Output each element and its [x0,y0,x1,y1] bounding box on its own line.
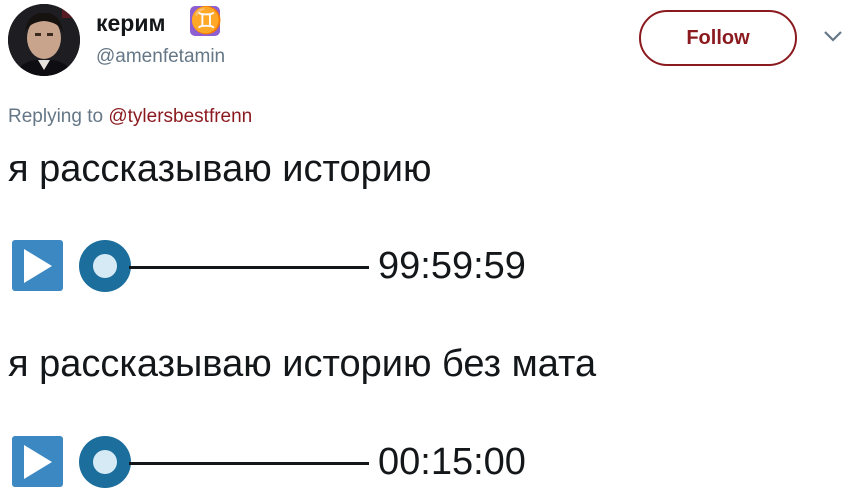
reply-mention-link[interactable]: @tylersbestfrenn [108,106,252,127]
display-name[interactable]: керим [96,10,166,37]
chevron-down-icon[interactable] [822,28,844,44]
tweet-text-line-1: я рассказываю историю [8,148,432,190]
username[interactable]: @amenfetamin [96,46,225,68]
duration-label: 99:59:59 [378,245,526,287]
replying-to-label: Replying to [8,106,109,127]
progress-track[interactable] [129,462,369,465]
tweet-text-line-2: я рассказываю историю без мата [8,343,597,385]
profile-photo [8,4,80,76]
play-button-icon[interactable] [12,240,63,291]
replying-to-line: Replying to @tylersbestfrenn [8,106,252,128]
gemini-zodiac-icon: ♊ [190,6,223,36]
play-button-icon[interactable] [12,436,63,487]
audio-player-2: 00:15:00 [12,436,632,488]
record-button-icon[interactable] [79,436,131,488]
duration-label: 00:15:00 [378,441,526,483]
audio-player-1: 99:59:59 [12,240,632,292]
avatar[interactable] [8,4,80,76]
progress-track[interactable] [129,266,369,269]
tweet-card: керим ♊ @amenfetamin Follow Replying to … [0,0,855,501]
follow-button[interactable]: Follow [639,10,797,66]
record-button-icon[interactable] [79,240,131,292]
